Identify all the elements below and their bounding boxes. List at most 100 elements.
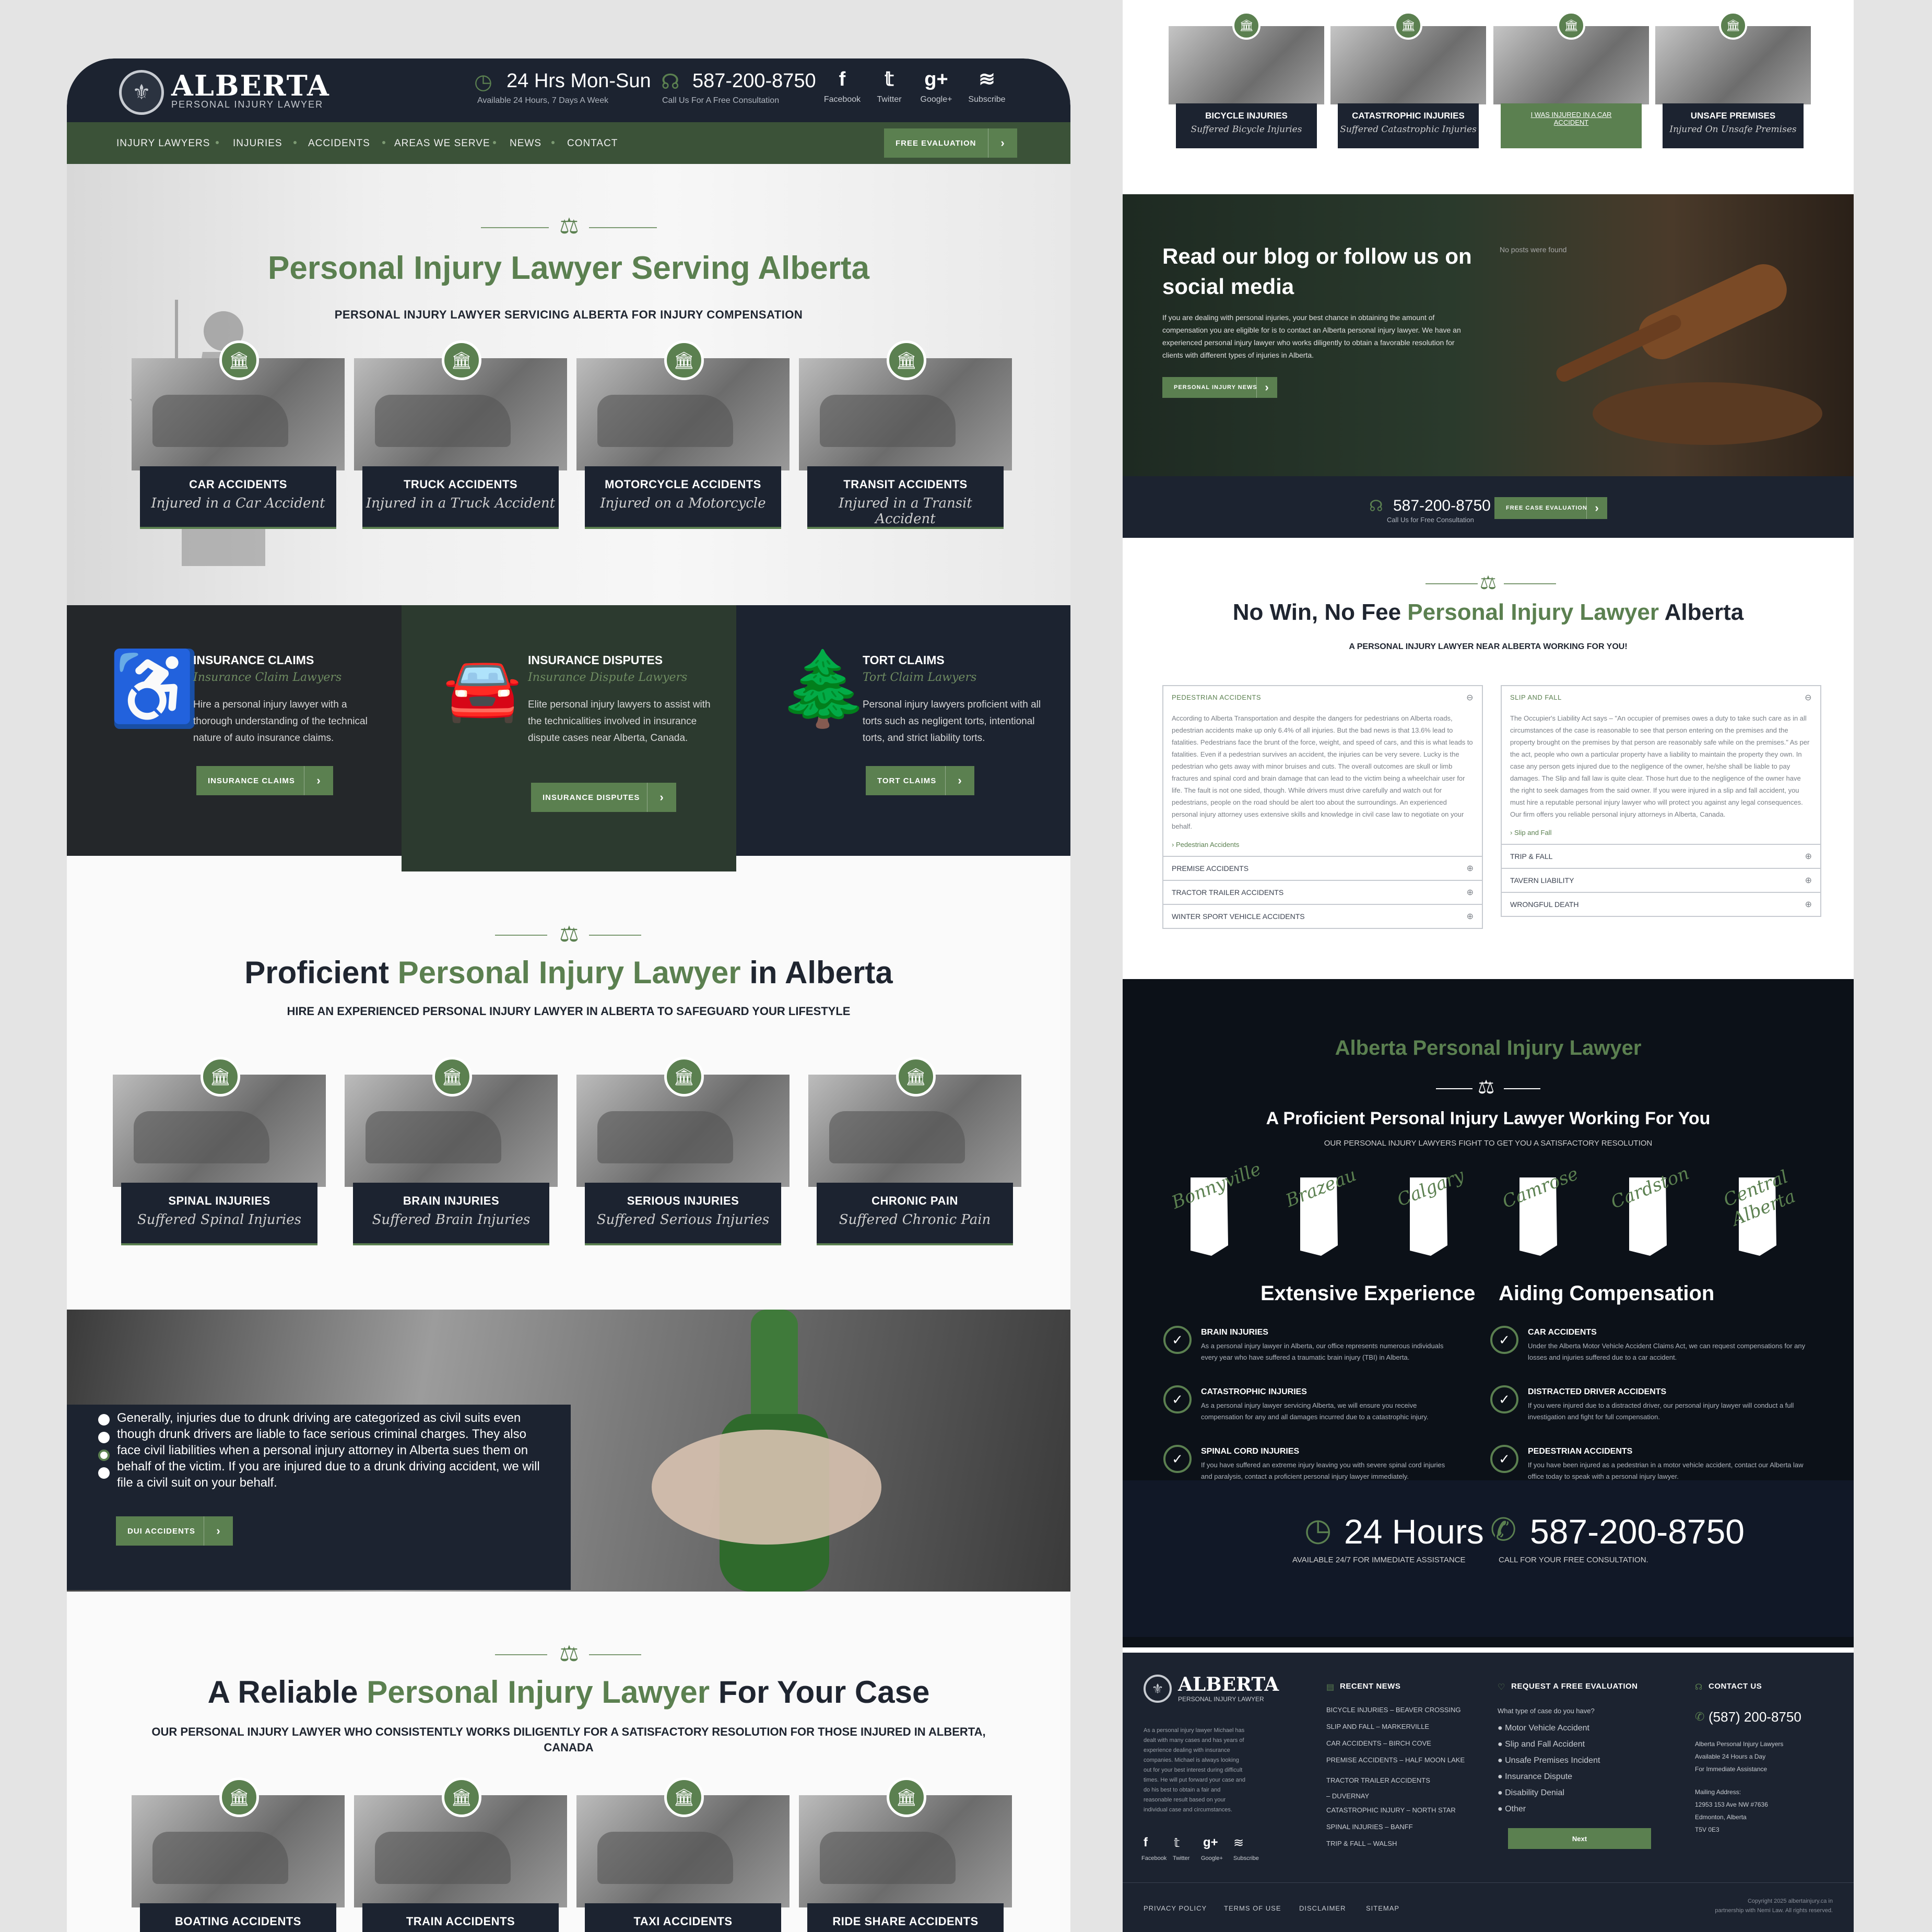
news-link[interactable]: SPINAL INJURIES – BANFF [1326,1823,1413,1831]
nav-news[interactable]: NEWS [510,138,541,149]
item-title: PEDESTRIAN ACCIDENTS [1528,1447,1633,1456]
card-spinal-injuries[interactable]: 🏛 SPINAL INJURIES Suffered Spinal Injuries [113,1057,326,1245]
accordion-text: According to Alberta Transportation and … [1172,714,1473,830]
city-brazeau[interactable]: Brazeau [1283,1164,1359,1261]
item-text: As a personal injury lawyer in Alberta, … [1201,1342,1444,1361]
accordion-row[interactable]: WRONGFUL DEATH ⊕ [1502,892,1820,916]
news-link[interactable]: TRIP & FALL – WALSH [1326,1840,1397,1847]
button-label: PERSONAL INJURY NEWS [1174,384,1257,391]
accordion-row[interactable]: PREMISE ACCIDENTS ⊕ [1163,856,1482,880]
card-boating-accidents[interactable]: 🏛 BOATING ACCIDENTS [132,1777,345,1932]
chevron-right-icon: › [1256,377,1277,398]
free-case-evaluation-button[interactable]: FREE CASE EVALUATION › [1494,497,1607,519]
beer-bottle-image [652,1310,881,1592]
phone-main[interactable]: 587-200-8750 [692,70,816,92]
city-camrose[interactable]: Camrose [1500,1163,1581,1261]
slider-dot[interactable] [98,1432,110,1443]
accordion-row[interactable]: TAVERN LIABILITY ⊕ [1502,868,1820,892]
card-chronic-pain[interactable]: 🏛 CHRONIC PAIN Suffered Chronic Pain [808,1057,1021,1245]
twitter-link[interactable]: 𝕥 Twitter [866,69,913,104]
radio-option[interactable]: ● Disability Denial [1498,1788,1564,1798]
radio-option[interactable]: ● Motor Vehicle Accident [1498,1724,1589,1733]
phone-big-sub: CALL FOR YOUR FREE CONSULTATION. [1499,1556,1648,1564]
terms-of-use-link[interactable]: TERMS OF USE [1224,1904,1281,1912]
phone-big[interactable]: 587-200-8750 [1530,1512,1745,1551]
card-serious-injuries[interactable]: 🏛 SERIOUS INJURIES Suffered Serious Injuri… [576,1057,790,1245]
radio-option[interactable]: ● Slip and Fall Accident [1498,1740,1585,1749]
accordion-row[interactable]: WINTER SPORT VEHICLE ACCIDENTS ⊕ [1163,904,1482,928]
accordion-header-open[interactable]: PEDESTRIAN ACCIDENTS ⊖ [1163,686,1482,707]
news-link[interactable]: CATASTROPHIC INJURY – NORTH STAR [1326,1806,1456,1814]
slider-dot-active[interactable] [98,1450,110,1461]
privacy-policy-link[interactable]: PRIVACY POLICY [1144,1904,1207,1912]
dui-accidents-button[interactable]: DUI ACCIDENTS › [116,1516,233,1546]
radio-option[interactable]: ● Other [1498,1805,1526,1814]
googleplus-link[interactable]: g+ Google+ [913,69,960,104]
card-car-accidents[interactable]: 🏛 CAR ACCIDENTS Injured in a Car Accident [132,340,345,529]
news-link[interactable]: TRACTOR TRAILER ACCIDENTS – DUVERNAY [1326,1773,1431,1804]
scales-icon: ⚖ [559,1641,579,1666]
personal-injury-news-button[interactable]: PERSONAL INJURY NEWS › [1162,377,1277,398]
nav-injuries[interactable]: INJURIES [233,138,282,149]
card-truck-accidents[interactable]: 🏛 TRUCK ACCIDENTS Injured in a Truck Accid… [354,340,567,529]
news-link[interactable]: SLIP AND FALL – MARKERVILLE [1326,1723,1429,1730]
nav-contact[interactable]: CONTACT [567,138,618,149]
city-cardston[interactable]: Cardston [1608,1163,1692,1261]
card-motorcycle-accidents[interactable]: 🏛 MOTORCYCLE ACCIDENTS Injured on a Motorc… [576,340,790,529]
logo-shield-icon[interactable]: ⚜ [1144,1675,1172,1703]
card-bicycle-injuries[interactable]: 🏛 BICYCLE INJURIES Suffered Bicycle Injuri… [1169,0,1324,148]
card-transit-accidents[interactable]: 🏛 TRANSIT ACCIDENTS Injured in a Transit A… [799,340,1012,529]
city-calgary[interactable]: Calgary [1394,1165,1467,1261]
footer-phone[interactable]: (587) 200-8750 [1709,1709,1801,1725]
address-line: T5V 0E3 [1695,1826,1719,1833]
insurance-disputes-button[interactable]: INSURANCE DISPUTES › [531,783,676,812]
city-bonnyville[interactable]: Bonnyville [1169,1159,1264,1261]
city-central-alberta[interactable]: Central Alberta [1721,1167,1798,1261]
rss-icon[interactable]: ≋ [1233,1835,1244,1851]
scales-icon: ⚖ [559,922,579,946]
radio-option[interactable]: ● Unsafe Premises Incident [1498,1756,1600,1765]
accordion-link[interactable]: › Slip and Fall [1510,827,1812,839]
logo-title[interactable]: ALBERTA [171,69,330,102]
card-brain-injuries[interactable]: 🏛 BRAIN INJURIES Suffered Brain Injuries [345,1057,558,1245]
googleplus-icon[interactable]: g+ [1203,1835,1218,1850]
nav-accidents[interactable]: ACCIDENTS [308,138,370,149]
logo-shield-icon[interactable]: ⚜ [119,70,164,115]
tort-claims-button[interactable]: TORT CLAIMS › [866,766,974,795]
news-link[interactable]: BICYCLE INJURIES – BEAVER CROSSING [1326,1706,1461,1714]
facebook-icon[interactable]: f [1144,1835,1148,1850]
card-catastrophic-injuries[interactable]: 🏛 CATASTROPHIC INJURIES Suffered Catastrop… [1330,0,1486,148]
card-subtitle: Suffered Serious Injuries [596,1212,770,1228]
accordion-header-open[interactable]: SLIP AND FALL ⊖ [1502,686,1820,707]
accordion-link[interactable]: › Pedestrian Accidents [1172,839,1474,851]
card-car-accident-hover[interactable]: 🏛 I WAS INJURED IN A CAR ACCIDENT [1493,0,1649,148]
blog-phone[interactable]: 587-200-8750 [1393,497,1491,515]
card-train-accidents[interactable]: 🏛 TRAIN ACCIDENTS [354,1777,567,1932]
sitemap-link[interactable]: SITEMAP [1366,1904,1399,1912]
slider-dot[interactable] [98,1414,110,1426]
nav-areas-we-serve[interactable]: AREAS WE SERVE [394,138,490,149]
next-button[interactable]: Next [1508,1828,1651,1849]
rss-link[interactable]: ≋ Subscribe [961,69,1013,104]
facebook-link[interactable]: f Facebook [819,69,866,104]
insurance-claims-button[interactable]: INSURANCE CLAIMS › [196,766,333,795]
nav-injury-lawyers[interactable]: INJURY LAWYERS [116,138,210,149]
card-taxi-accidents[interactable]: 🏛 TAXI ACCIDENTS [576,1777,790,1932]
reliable-subtitle: OUR PERSONAL INJURY LAWYER WHO CONSISTEN… [151,1725,986,1754]
disclaimer-link[interactable]: DISCLAIMER [1299,1904,1346,1912]
accordion-row[interactable]: TRACTOR TRAILER ACCIDENTS ⊕ [1163,880,1482,904]
card-unsafe-premises[interactable]: 🏛 UNSAFE PREMISES Injured On Unsafe Premis… [1655,0,1811,148]
card-ride-share-accidents[interactable]: 🏛 RIDE SHARE ACCIDENTS [799,1777,1012,1932]
accordion-row[interactable]: TRIP & FALL ⊕ [1502,844,1820,868]
nav-separator [216,141,219,144]
card-label: BRAIN INJURIES Suffered Brain Injuries [353,1183,549,1245]
slider-dot[interactable] [98,1467,110,1479]
radio-label: Unsafe Premises Incident [1505,1756,1600,1765]
card-title[interactable]: I WAS INJURED IN A CAR ACCIDENT [1501,111,1642,126]
news-link[interactable]: PREMISE ACCIDENTS – HALF MOON LAKE [1326,1756,1465,1764]
free-evaluation-button[interactable]: FREE EVALUATION › [884,128,1017,158]
radio-option[interactable]: ● Insurance Dispute [1498,1772,1572,1782]
news-link[interactable]: CAR ACCIDENTS – BIRCH COVE [1326,1739,1431,1747]
footer-logo-title[interactable]: ALBERTA [1178,1674,1279,1695]
twitter-icon[interactable]: 𝕥 [1174,1835,1180,1851]
